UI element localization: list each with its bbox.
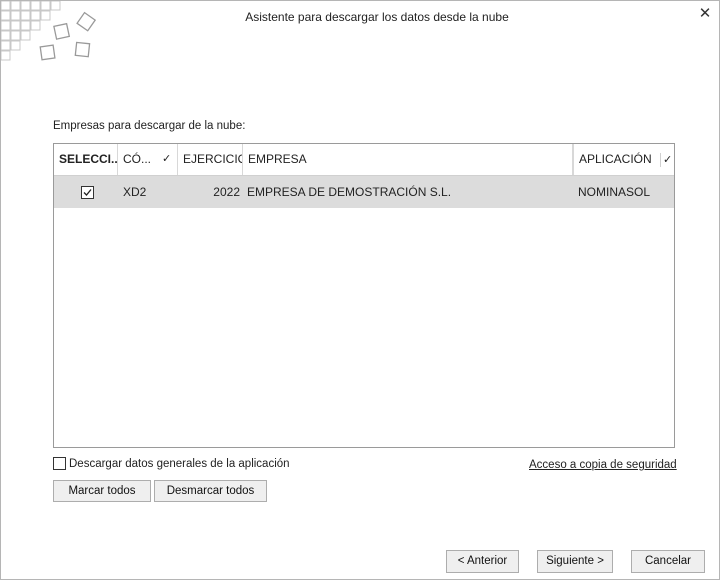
row-code: XD2	[123, 185, 147, 199]
column-header-year[interactable]: EJERCICIO	[178, 144, 243, 175]
general-data-checkbox[interactable]	[53, 457, 66, 470]
column-header-select[interactable]: SELECCI...	[54, 144, 118, 175]
row-year: 2022	[213, 185, 240, 199]
general-data-label: Descargar datos generales de la aplicaci…	[69, 458, 290, 470]
close-icon[interactable]: ✕	[696, 5, 714, 23]
backup-access-link[interactable]: Acceso a copia de seguridad	[529, 459, 677, 471]
column-header-app-label: APLICACIÓN	[579, 152, 652, 166]
cancel-button[interactable]: Cancelar	[631, 550, 705, 573]
next-button[interactable]: Siguiente >	[537, 550, 613, 573]
unmark-all-button[interactable]: Desmarcar todos	[154, 480, 267, 502]
checkmark-sort-icon[interactable]: ✓	[660, 153, 672, 167]
previous-button[interactable]: < Anterior	[446, 550, 519, 573]
companies-section-label: Empresas para descargar de la nube:	[53, 120, 246, 132]
download-wizard-window: Asistente para descargar los datos desde…	[0, 0, 720, 580]
checkmark-sort-icon[interactable]: ✓	[162, 144, 171, 175]
companies-grid[interactable]: SELECCI... CÓ... ✓ EJERCICIO EMPRESA APL…	[53, 143, 675, 448]
checkmark-icon	[83, 189, 92, 196]
grid-header: SELECCI... CÓ... ✓ EJERCICIO EMPRESA APL…	[54, 144, 674, 176]
mark-all-button[interactable]: Marcar todos	[53, 480, 151, 502]
column-header-code-label: CÓ...	[123, 152, 152, 166]
column-header-app[interactable]: APLICACIÓN	[573, 144, 674, 175]
column-header-company[interactable]: EMPRESA	[243, 144, 573, 175]
row-app: NOMINASOL	[578, 185, 651, 199]
row-company: EMPRESA DE DEMOSTRACIÓN S.L.	[247, 185, 452, 199]
window-title: Asistente para descargar los datos desde…	[245, 10, 509, 24]
row-select-checkbox[interactable]	[81, 186, 94, 199]
table-row[interactable]: XD2 2022 EMPRESA DE DEMOSTRACIÓN S.L. NO…	[54, 176, 674, 208]
